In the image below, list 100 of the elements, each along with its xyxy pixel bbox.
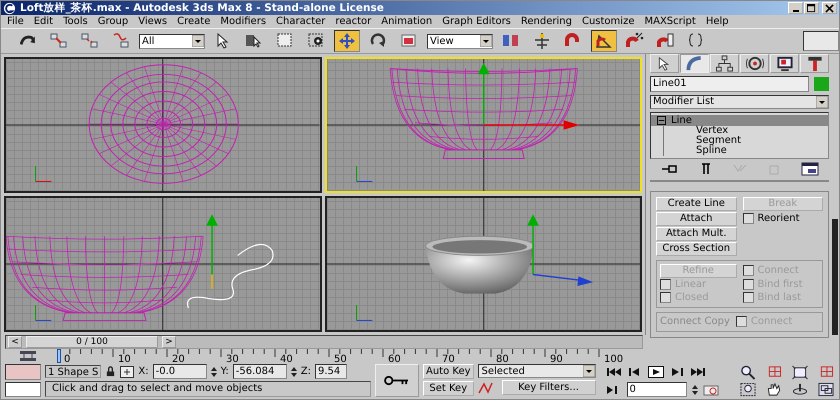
- set-key-toggle[interactable]: Set Key: [423, 381, 474, 396]
- menu-item[interactable]: Edit: [34, 16, 54, 28]
- maximize-button[interactable]: [804, 2, 819, 14]
- menu-item[interactable]: reactor: [335, 16, 372, 28]
- region-zoom-icon[interactable]: [739, 382, 757, 396]
- menu-item[interactable]: Customize: [582, 16, 634, 28]
- viewport[interactable]: [324, 196, 642, 332]
- frame-number: 0: [64, 354, 70, 365]
- key-filters-button[interactable]: Key Filters...: [502, 380, 596, 395]
- timeline-ruler[interactable]: 0 10 20 30 40 50 60 70 80 90 100: [57, 348, 637, 364]
- menu-item[interactable]: Modifiers: [220, 16, 266, 28]
- move-icon: [338, 32, 356, 50]
- menu-item[interactable]: Character: [276, 16, 326, 28]
- sub-object-item[interactable]: Spline: [663, 146, 828, 156]
- dropdown-arrow-icon: [582, 365, 595, 377]
- orbit-icon[interactable]: [791, 382, 809, 396]
- hierarchy-tab[interactable]: [710, 54, 739, 73]
- menu-item[interactable]: Tools: [63, 16, 88, 28]
- angle-snap-icon: [595, 32, 613, 50]
- frame-number: 90: [550, 354, 563, 365]
- monitor-tab[interactable]: [770, 54, 799, 73]
- sub-object-item[interactable]: Vertex: [663, 126, 828, 136]
- time-slider[interactable]: < 0 / 100 >: [5, 334, 643, 349]
- minimize-icon: [792, 10, 798, 12]
- zoom-extents-icon[interactable]: [791, 364, 809, 380]
- viewport[interactable]: [4, 196, 322, 332]
- current-frame-field[interactable]: 0: [626, 382, 687, 397]
- dropdown[interactable]: All: [139, 34, 205, 49]
- key-mode-dropdown[interactable]: Selected: [478, 364, 596, 378]
- frame-number: 100: [604, 354, 624, 365]
- auto-key-button[interactable]: Auto Key: [423, 364, 474, 379]
- zoom-icon[interactable]: [739, 364, 757, 380]
- stack-item[interactable]: Line: [651, 114, 828, 126]
- menu-item[interactable]: Graph Editors: [442, 16, 511, 28]
- frame-number: 80: [496, 354, 509, 365]
- group-title: Connect Copy: [660, 316, 730, 328]
- menu-item[interactable]: Group: [98, 16, 128, 28]
- spinner-icon[interactable]: [290, 366, 297, 378]
- panel-button[interactable]: Cross Section: [656, 242, 736, 256]
- spinner-icon[interactable]: [210, 366, 217, 378]
- track-bar-icon[interactable]: [19, 349, 37, 364]
- sub-object-item[interactable]: Segment: [663, 136, 828, 146]
- wheel-icon: [744, 54, 764, 72]
- axis-tripod-icon: [35, 166, 52, 182]
- script-listener-field[interactable]: [5, 382, 41, 397]
- key-icon: [384, 375, 410, 386]
- frame-number: 50: [334, 354, 347, 365]
- show-end-result-icon[interactable]: [700, 162, 712, 175]
- close-button[interactable]: [822, 2, 837, 14]
- panel-button[interactable]: Create Line: [656, 196, 736, 211]
- axis-tripod-icon: [35, 304, 52, 321]
- status-prompt: Click and drag to select and move objects: [45, 381, 371, 397]
- coordinate-field[interactable]: -56.084: [232, 364, 287, 379]
- maximize-toggle-icon[interactable]: [817, 382, 835, 396]
- frame-number: 30: [226, 354, 239, 365]
- configure-modifier-sets-icon[interactable]: [800, 162, 818, 176]
- menu-item[interactable]: Help: [706, 16, 729, 28]
- time-slider-thumb[interactable]: 0 / 100: [26, 336, 158, 348]
- play-icon[interactable]: [648, 366, 664, 378]
- go-end-icon[interactable]: [690, 366, 706, 378]
- panel-button[interactable]: Attach: [656, 212, 736, 226]
- maximize-icon: [807, 4, 816, 13]
- go-start-icon[interactable]: [606, 366, 622, 378]
- spinner-icon[interactable]: [692, 384, 698, 396]
- menu-item[interactable]: MAXScript: [644, 16, 696, 28]
- hammer-tab[interactable]: [800, 54, 829, 73]
- move-button[interactable]: [334, 30, 360, 52]
- menu-item[interactable]: Views: [138, 16, 168, 28]
- wheel-tab[interactable]: [740, 54, 769, 73]
- axis-label: Z:: [300, 366, 312, 377]
- coordinate-field[interactable]: 9.54: [315, 364, 348, 379]
- menu-item[interactable]: Rendering: [520, 16, 572, 28]
- panel-button[interactable]: Attach Mult.: [656, 226, 736, 241]
- viewport[interactable]: [4, 56, 322, 193]
- time-configuration-icon[interactable]: [702, 384, 719, 396]
- monitor-icon: [774, 54, 794, 72]
- script-listener-field[interactable]: [5, 364, 41, 380]
- frame-number: 10: [118, 354, 131, 365]
- menu-item[interactable]: Animation: [381, 16, 432, 28]
- named-selection-field[interactable]: [803, 31, 839, 52]
- create-tab[interactable]: [650, 54, 679, 73]
- modifier-list-dropdown[interactable]: Modifier List: [650, 94, 829, 109]
- set-key-button[interactable]: [375, 364, 419, 397]
- pan-icon[interactable]: [765, 382, 783, 396]
- curve-tab[interactable]: [680, 54, 709, 73]
- reorient-checkbox[interactable]: Reorient: [742, 212, 823, 225]
- dropdown[interactable]: View: [427, 34, 493, 49]
- menu-item[interactable]: Create: [177, 16, 210, 28]
- pin-stack-icon[interactable]: [660, 162, 678, 175]
- absolute-mode-icon[interactable]: [120, 366, 134, 378]
- lock-icon[interactable]: [105, 366, 116, 377]
- object-color-swatch[interactable]: [814, 76, 829, 91]
- bind-icon: [112, 32, 130, 50]
- coordinate-field[interactable]: -0.0: [152, 364, 207, 379]
- angle-snap-button[interactable]: [591, 30, 617, 52]
- minimize-button[interactable]: [788, 2, 803, 14]
- hierarchy-icon: [714, 54, 734, 72]
- scroll-bar[interactable]: [832, 218, 838, 335]
- object-name-field[interactable]: Line01: [650, 76, 809, 92]
- menu-item[interactable]: File: [7, 16, 24, 28]
